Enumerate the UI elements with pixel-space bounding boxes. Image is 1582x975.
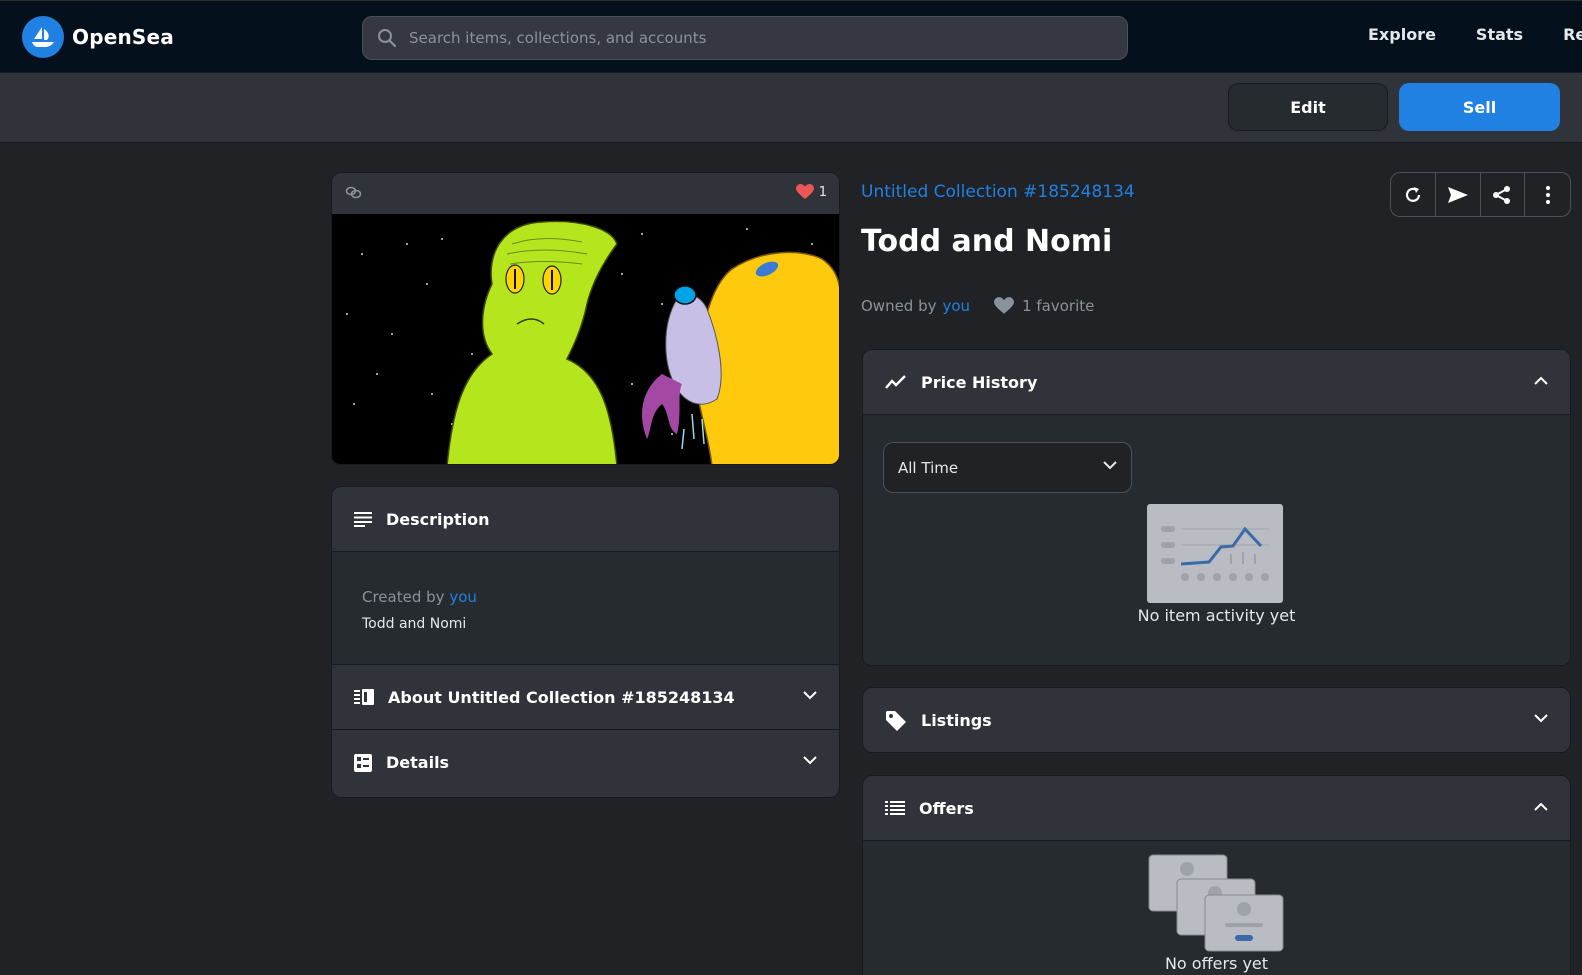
share-icon: [1493, 185, 1511, 204]
details-heading: Details: [386, 753, 450, 772]
heart-icon: [795, 184, 814, 199]
price-history-header[interactable]: Price History: [863, 350, 1570, 415]
offers-header[interactable]: Offers: [863, 776, 1570, 841]
time-range-value: All Time: [898, 458, 959, 477]
search-input[interactable]: [409, 29, 1089, 47]
owner-link[interactable]: you: [943, 297, 971, 315]
offers-heading: Offers: [919, 798, 974, 818]
opensea-logo[interactable]: OpenSea: [22, 16, 174, 58]
item-title: Todd and Nomi: [861, 224, 1113, 259]
more-options-button[interactable]: [1525, 173, 1570, 216]
description-header[interactable]: Description: [332, 487, 839, 552]
nav-explore[interactable]: Explore: [1368, 25, 1436, 44]
chevron-up-icon: [1534, 802, 1548, 811]
nft-artwork-image[interactable]: [332, 214, 839, 464]
tag-icon: [886, 710, 906, 731]
edit-button[interactable]: Edit: [1228, 83, 1388, 131]
favorite-toggle[interactable]: 1: [795, 184, 827, 200]
chevron-down-icon: [1103, 461, 1117, 470]
offers-body: No offers yet: [863, 841, 1570, 975]
owned-prefix: Owned by: [861, 297, 937, 315]
chevron-down-icon: [803, 756, 817, 765]
top-navbar: OpenSea Explore Stats Resc: [0, 0, 1582, 73]
send-icon: [1447, 186, 1468, 203]
about-collection-header[interactable]: About Untitled Collection #185248134: [332, 665, 839, 730]
chevron-up-icon: [1534, 376, 1548, 385]
listings-heading: Listings: [921, 711, 992, 730]
price-history-panel: Price History All Time No item activity …: [862, 349, 1571, 666]
heart-icon: [994, 297, 1015, 314]
empty-chart-illustration: [1147, 504, 1283, 603]
created-prefix: Created by: [362, 588, 445, 606]
favorites-summary: 1 favorite: [994, 297, 1094, 315]
price-history-heading: Price History: [921, 372, 1038, 392]
search-icon: [378, 29, 397, 48]
transfer-button[interactable]: [1436, 173, 1481, 216]
nav-stats[interactable]: Stats: [1476, 25, 1523, 44]
description-text: Todd and Nomi: [362, 616, 467, 632]
item-toolbar: [1390, 172, 1571, 217]
listings-panel: Listings: [862, 687, 1571, 753]
chevron-down-icon: [1534, 714, 1548, 723]
listings-header[interactable]: Listings: [863, 688, 1570, 752]
owner-action-bar: Edit Sell: [0, 73, 1582, 143]
details-header[interactable]: Details: [332, 730, 839, 795]
opensea-logo-icon: [22, 16, 64, 58]
chain-icon: [345, 186, 362, 199]
about-heading: About Untitled Collection #185248134: [388, 687, 735, 707]
price-history-body: All Time No item activity yet: [863, 415, 1570, 665]
details-icon: [354, 753, 372, 772]
collection-info-icon: [354, 689, 374, 705]
description-body: Created by you Todd and Nomi: [332, 552, 839, 665]
offers-panel: Offers No offers yet: [862, 775, 1571, 975]
description-heading: Description: [386, 509, 490, 529]
created-by: Created by you: [362, 588, 809, 606]
trending-icon: [885, 375, 906, 389]
favorite-count: 1: [818, 184, 827, 200]
offers-empty: No offers yet: [1164, 954, 1269, 973]
empty-offers-illustration: [1147, 853, 1287, 953]
item-media-card: 1: [331, 172, 840, 465]
search-bar[interactable]: [362, 16, 1128, 60]
price-history-empty: No item activity yet: [1137, 606, 1296, 625]
list-icon: [885, 801, 905, 815]
favorites-label: 1 favorite: [1022, 297, 1095, 315]
media-header: 1: [332, 173, 839, 214]
creator-link[interactable]: you: [449, 588, 477, 606]
lines-icon: [354, 512, 372, 527]
nav-links: Explore Stats Resc: [1368, 25, 1582, 44]
sell-button[interactable]: Sell: [1399, 83, 1560, 131]
collection-link[interactable]: Untitled Collection #185248134: [861, 182, 1135, 202]
brand-name: OpenSea: [72, 25, 174, 49]
time-range-select[interactable]: All Time: [883, 442, 1132, 493]
chevron-down-icon: [803, 691, 817, 700]
nav-resources[interactable]: Resc: [1563, 25, 1582, 44]
more-vertical-icon: [1545, 185, 1550, 204]
refresh-button[interactable]: [1391, 173, 1436, 216]
share-button[interactable]: [1481, 173, 1526, 216]
ownership-row: Owned by you 1 favorite: [861, 297, 1094, 315]
description-panel: Description Created by you Todd and Nomi…: [331, 486, 840, 798]
refresh-icon: [1405, 186, 1420, 202]
